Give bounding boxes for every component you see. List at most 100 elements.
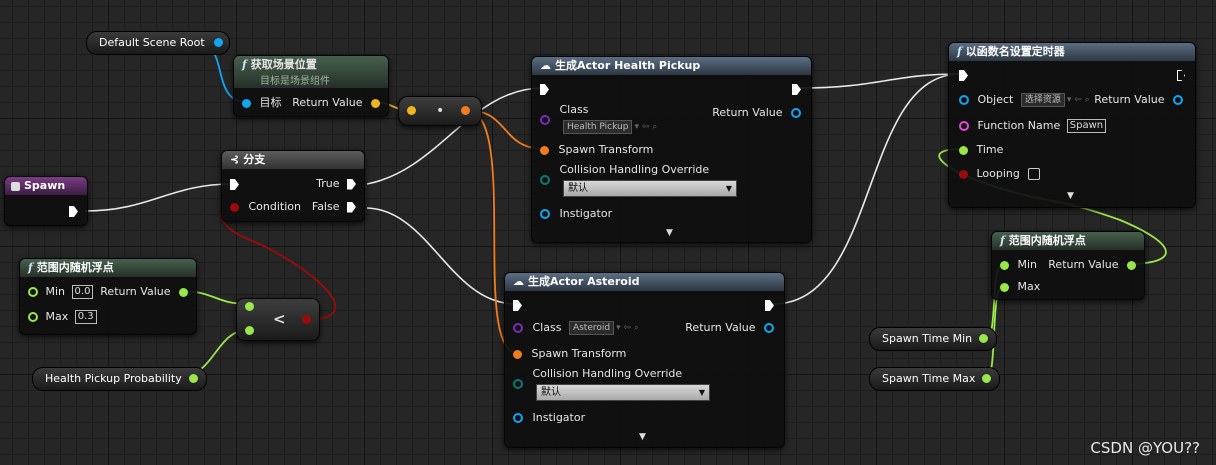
set-timer-title: 以函数名设置定时器 <box>965 45 1065 58</box>
float-output-pin[interactable] <box>179 287 188 297</box>
random-float-node[interactable]: f 范围内随机浮点 Min 0.0 Return Value Max 0.3 <box>19 258 197 335</box>
min-value-field[interactable]: 0.0 <box>71 285 94 299</box>
spawn-icon: ☁ <box>540 59 551 72</box>
health-pickup-probability-node[interactable]: Health Pickup Probability <box>32 367 207 391</box>
condition-input-pin[interactable] <box>230 202 239 212</box>
object-label: Object <box>977 93 1014 106</box>
bool-output-pin[interactable] <box>302 315 311 324</box>
function-icon: f <box>957 45 962 58</box>
exec-input-pin[interactable] <box>230 179 239 190</box>
spawn-transform-input-pin[interactable] <box>540 145 549 155</box>
get-location-node[interactable]: f 获取场景位置 目标是场景组件 目标 Return Value <box>233 55 389 117</box>
spawn-event-node[interactable]: Spawn <box>4 176 88 226</box>
spawn-transform-input-pin[interactable] <box>513 349 522 359</box>
collision-select[interactable]: 默认 ▼ <box>563 180 737 197</box>
exec-output-pin[interactable] <box>69 206 78 217</box>
float-output-pin[interactable] <box>982 374 992 383</box>
browse-icon[interactable]: ▾ ⇦ ⌕ <box>616 323 639 333</box>
function-icon: f <box>242 58 247 71</box>
branch-title: 分支 <box>243 153 266 166</box>
max-pin-row: Max 0.3 <box>28 309 97 325</box>
false-label: False <box>311 200 340 213</box>
instigator-input-pin[interactable] <box>513 413 523 423</box>
min-label: Min <box>1017 258 1038 271</box>
function-name-row: Function Name Spawn <box>959 118 1107 134</box>
b-input-pin[interactable] <box>245 326 254 335</box>
min-input-pin[interactable] <box>1000 260 1009 270</box>
a-input-pin[interactable] <box>245 302 254 311</box>
looping-checkbox[interactable] <box>1028 168 1041 180</box>
time-input-pin[interactable] <box>959 145 968 155</box>
spawn-health-title: 生成Actor Health Pickup <box>555 59 701 72</box>
exec-input-pin[interactable] <box>959 70 968 81</box>
exec-output-pin[interactable] <box>792 84 801 95</box>
class-dropdown[interactable]: Asteroid <box>568 321 615 335</box>
browse-icon[interactable]: ▾ ⇦ ⌕ <box>1067 95 1090 105</box>
random-float-2-title: 范围内随机浮点 <box>1008 234 1086 247</box>
expand-arrow-icon[interactable]: ▼ <box>1067 191 1074 201</box>
collision-select-value: 默认 <box>568 183 588 194</box>
location-output-pin[interactable] <box>371 98 380 108</box>
class-pin-row: Class Asteroid ▾ ⇦ ⌕ <box>513 320 639 336</box>
spawn-health-pickup-node[interactable]: ☁ 生成Actor Health Pickup Class Health Pick… <box>531 56 812 243</box>
object-dropdown[interactable]: 选择资源 <box>1020 93 1065 107</box>
time-label: Time <box>976 143 1004 156</box>
collision-input-pin[interactable] <box>513 379 523 389</box>
location-input-pin[interactable] <box>407 106 416 115</box>
get-location-subtitle: 目标是场景组件 <box>260 76 330 87</box>
set-timer-node[interactable]: f 以函数名设置定时器 Object 选择资源 ▾ ⇦ ⌕ Return Value… <box>948 42 1196 208</box>
false-exec-output-pin[interactable] <box>347 201 356 213</box>
float-output-pin[interactable] <box>188 374 198 383</box>
function-name-field[interactable]: Spawn <box>1066 119 1107 133</box>
true-exec-output-pin[interactable] <box>347 178 356 190</box>
spawn-time-max-node[interactable]: Spawn Time Max <box>869 367 1001 391</box>
max-input-pin[interactable] <box>1000 282 1009 292</box>
make-transform-node[interactable]: • <box>398 96 482 126</box>
float-output-pin[interactable] <box>1127 260 1136 270</box>
random-float-node-2[interactable]: f 范围内随机浮点 Min Return Value Max <box>991 231 1145 300</box>
target-label: 目标 <box>259 96 282 109</box>
exec-output-pin[interactable] <box>765 300 774 311</box>
expand-arrow-icon[interactable]: ▼ <box>639 432 646 442</box>
target-input-pin[interactable] <box>242 98 251 108</box>
object-input-pin[interactable] <box>959 95 969 105</box>
exec-input-pin[interactable] <box>540 84 549 95</box>
class-input-pin[interactable] <box>540 115 550 125</box>
spawn-asteroid-node[interactable]: ☁ 生成Actor Asteroid Class Asteroid ▾ ⇦ ⌕ Re… <box>504 272 785 448</box>
actor-output-pin[interactable] <box>764 323 774 333</box>
timer-handle-output-pin[interactable] <box>1173 95 1183 105</box>
max-value-field[interactable]: 0.3 <box>74 310 97 324</box>
condition-pin-row: Condition <box>230 199 301 215</box>
min-input-pin[interactable] <box>28 287 38 297</box>
float-output-pin[interactable] <box>979 334 989 343</box>
spawn-transform-row: Spawn Transform <box>540 142 653 158</box>
expand-arrow-icon[interactable]: ▼ <box>666 228 673 238</box>
spawn-transform-label: Spawn Transform <box>531 347 627 360</box>
less-than-symbol: < <box>273 310 286 328</box>
transform-output-pin[interactable] <box>461 106 470 115</box>
return-value-label: Return Value <box>685 321 756 334</box>
less-than-node[interactable]: < <box>236 298 320 341</box>
function-name-input-pin[interactable] <box>959 121 969 131</box>
collision-select[interactable]: 默认 ▼ <box>536 384 710 401</box>
exec-output-pin[interactable] <box>1177 70 1185 81</box>
branch-node[interactable]: ⊰ 分支 True Condition False <box>221 150 365 222</box>
looping-input-pin[interactable] <box>959 169 968 179</box>
class-dropdown[interactable]: Health Pickup <box>563 120 633 134</box>
exec-input-pin[interactable] <box>513 300 522 311</box>
spawn-icon: ☁ <box>513 275 524 288</box>
collision-input-pin[interactable] <box>540 175 550 185</box>
object-output-pin[interactable] <box>213 38 223 47</box>
spawn-transform-label: Spawn Transform <box>558 143 654 156</box>
object-pin-row: Object 选择资源 ▾ ⇦ ⌕ <box>959 92 1090 108</box>
browse-icon[interactable]: ▾ ⇦ ⌕ <box>634 122 657 132</box>
class-value-row: Health Pickup ▾ ⇦ ⌕ <box>563 119 657 135</box>
instigator-input-pin[interactable] <box>540 209 550 219</box>
max-input-pin[interactable] <box>28 312 38 322</box>
default-scene-root-node[interactable]: Default Scene Root <box>86 31 230 55</box>
default-scene-root-label: Default Scene Root <box>99 36 205 49</box>
actor-output-pin[interactable] <box>791 108 801 118</box>
max-label: Max <box>1017 280 1041 293</box>
class-input-pin[interactable] <box>513 323 523 333</box>
spawn-time-min-node[interactable]: Spawn Time Min <box>869 327 998 351</box>
